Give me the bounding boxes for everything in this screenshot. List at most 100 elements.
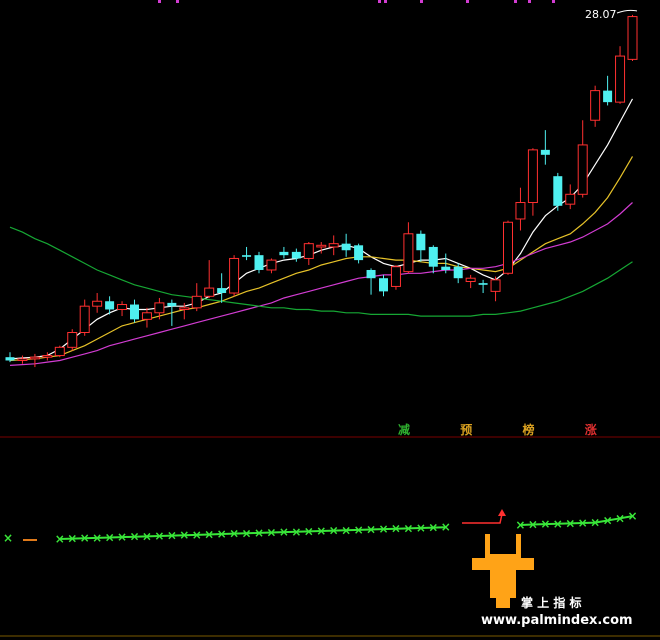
candle bbox=[577, 120, 588, 198]
candle-body bbox=[154, 302, 165, 314]
indicator-marker: × bbox=[67, 532, 77, 546]
indicator-marker: × bbox=[329, 524, 339, 538]
indicator-marker: × bbox=[154, 529, 164, 543]
candle bbox=[478, 279, 488, 294]
candle-body bbox=[515, 202, 526, 220]
indicator-marker: × bbox=[55, 532, 65, 546]
candle-body bbox=[627, 16, 638, 60]
last-price-arrow bbox=[616, 9, 638, 14]
brand-url: www.palmindex.com bbox=[481, 613, 633, 628]
candle bbox=[279, 246, 289, 259]
indicator-marker: × bbox=[553, 517, 563, 531]
indicator-marker: × bbox=[254, 526, 264, 540]
candle bbox=[67, 329, 78, 351]
candle-body bbox=[141, 312, 152, 320]
indicator-marker: × bbox=[229, 527, 239, 541]
candle-body bbox=[242, 255, 252, 257]
candle-body bbox=[428, 246, 438, 267]
candle-body bbox=[490, 279, 501, 292]
signal-labels: 减预榜涨 bbox=[398, 422, 597, 437]
candle-body bbox=[79, 305, 90, 334]
indicator-marker: × bbox=[428, 521, 438, 535]
indicator-marker: × bbox=[341, 523, 351, 537]
candle bbox=[390, 265, 401, 290]
candle bbox=[54, 345, 65, 358]
candle-body bbox=[354, 245, 364, 261]
candle bbox=[291, 248, 301, 262]
candle-body bbox=[390, 266, 401, 287]
candle bbox=[553, 172, 563, 211]
candle-body bbox=[478, 283, 488, 285]
candle-body bbox=[5, 357, 15, 361]
top-tick bbox=[466, 0, 469, 3]
signal-label: 减 bbox=[398, 422, 410, 437]
candle-body bbox=[291, 251, 301, 259]
candle-body bbox=[229, 257, 240, 294]
palmindex-watermark: 掌 上 指 标 www.palmindex.com bbox=[472, 534, 633, 628]
candle bbox=[428, 245, 438, 274]
candle-body bbox=[465, 277, 476, 282]
candlestick-chart: 28.07 减预榜涨 × × × × × × × × × × × × × × × × × × × × × × × × × × × × ×… bbox=[0, 0, 660, 637]
candle bbox=[191, 283, 202, 312]
candle-body bbox=[316, 244, 327, 248]
top-tick bbox=[528, 0, 531, 3]
candle bbox=[217, 273, 227, 303]
indicator-marker: × bbox=[441, 520, 451, 534]
candle bbox=[130, 299, 139, 323]
candle-body bbox=[603, 90, 613, 103]
indicator-marker: × bbox=[354, 523, 364, 537]
signal-label: 涨 bbox=[585, 422, 597, 437]
candle-body bbox=[441, 266, 451, 270]
top-tick bbox=[158, 0, 161, 3]
indicator-marker: × bbox=[565, 516, 575, 530]
indicator-marker: × bbox=[105, 530, 115, 544]
indicator-marker: × bbox=[179, 528, 189, 542]
arrow-up-icon bbox=[498, 509, 506, 516]
candle-body bbox=[379, 278, 388, 292]
indicator-marker: × bbox=[192, 528, 202, 542]
candle bbox=[117, 301, 128, 317]
top-tick bbox=[420, 0, 423, 3]
candle-body bbox=[105, 301, 115, 310]
ma-line-3 bbox=[9, 202, 633, 366]
indicator-marker: × bbox=[80, 531, 90, 545]
indicator-marker: × bbox=[204, 527, 214, 541]
candle bbox=[379, 274, 388, 297]
candle bbox=[341, 233, 351, 257]
indicator-marker: × bbox=[528, 518, 538, 532]
indicator-marker: × bbox=[540, 517, 550, 531]
indicator-marker: × bbox=[391, 522, 401, 536]
candle bbox=[416, 230, 426, 262]
indicator-marker: × bbox=[217, 527, 227, 541]
candle-body bbox=[217, 288, 227, 294]
indicator-gap-line bbox=[462, 513, 503, 524]
candle bbox=[229, 255, 240, 297]
candle-body bbox=[17, 358, 28, 361]
indicator-marker: × bbox=[515, 518, 525, 532]
candle-body bbox=[191, 295, 202, 309]
candle-body bbox=[341, 243, 351, 251]
ma-line-1 bbox=[9, 98, 634, 360]
top-tick bbox=[378, 0, 381, 3]
last-price-label: 28.07 bbox=[585, 8, 617, 21]
indicator-marker: × bbox=[3, 531, 13, 545]
indicator-marker: × bbox=[416, 521, 426, 535]
indicator-marker: × bbox=[242, 526, 252, 540]
indicator-marker: × bbox=[167, 529, 177, 543]
indicator-marker: × bbox=[316, 524, 326, 538]
ma-line-4 bbox=[9, 226, 633, 317]
candle-body bbox=[328, 243, 339, 248]
indicator-marker: × bbox=[129, 530, 139, 544]
indicator-marker: × bbox=[578, 516, 588, 530]
indicator-marker: × bbox=[590, 516, 600, 530]
top-tick bbox=[514, 0, 517, 3]
candle-body bbox=[179, 307, 190, 310]
candle bbox=[603, 75, 613, 106]
indicator-marker: × bbox=[92, 531, 102, 545]
candle bbox=[79, 299, 90, 336]
candle bbox=[590, 85, 601, 127]
candle-body bbox=[29, 356, 40, 360]
indicator-marker: × bbox=[117, 530, 127, 544]
candle bbox=[141, 307, 152, 328]
indicator-panel: × × × × × × × × × × × × × × × × × × × × × × × × × × × × × × × × × × × × × × × ×… bbox=[3, 509, 638, 546]
